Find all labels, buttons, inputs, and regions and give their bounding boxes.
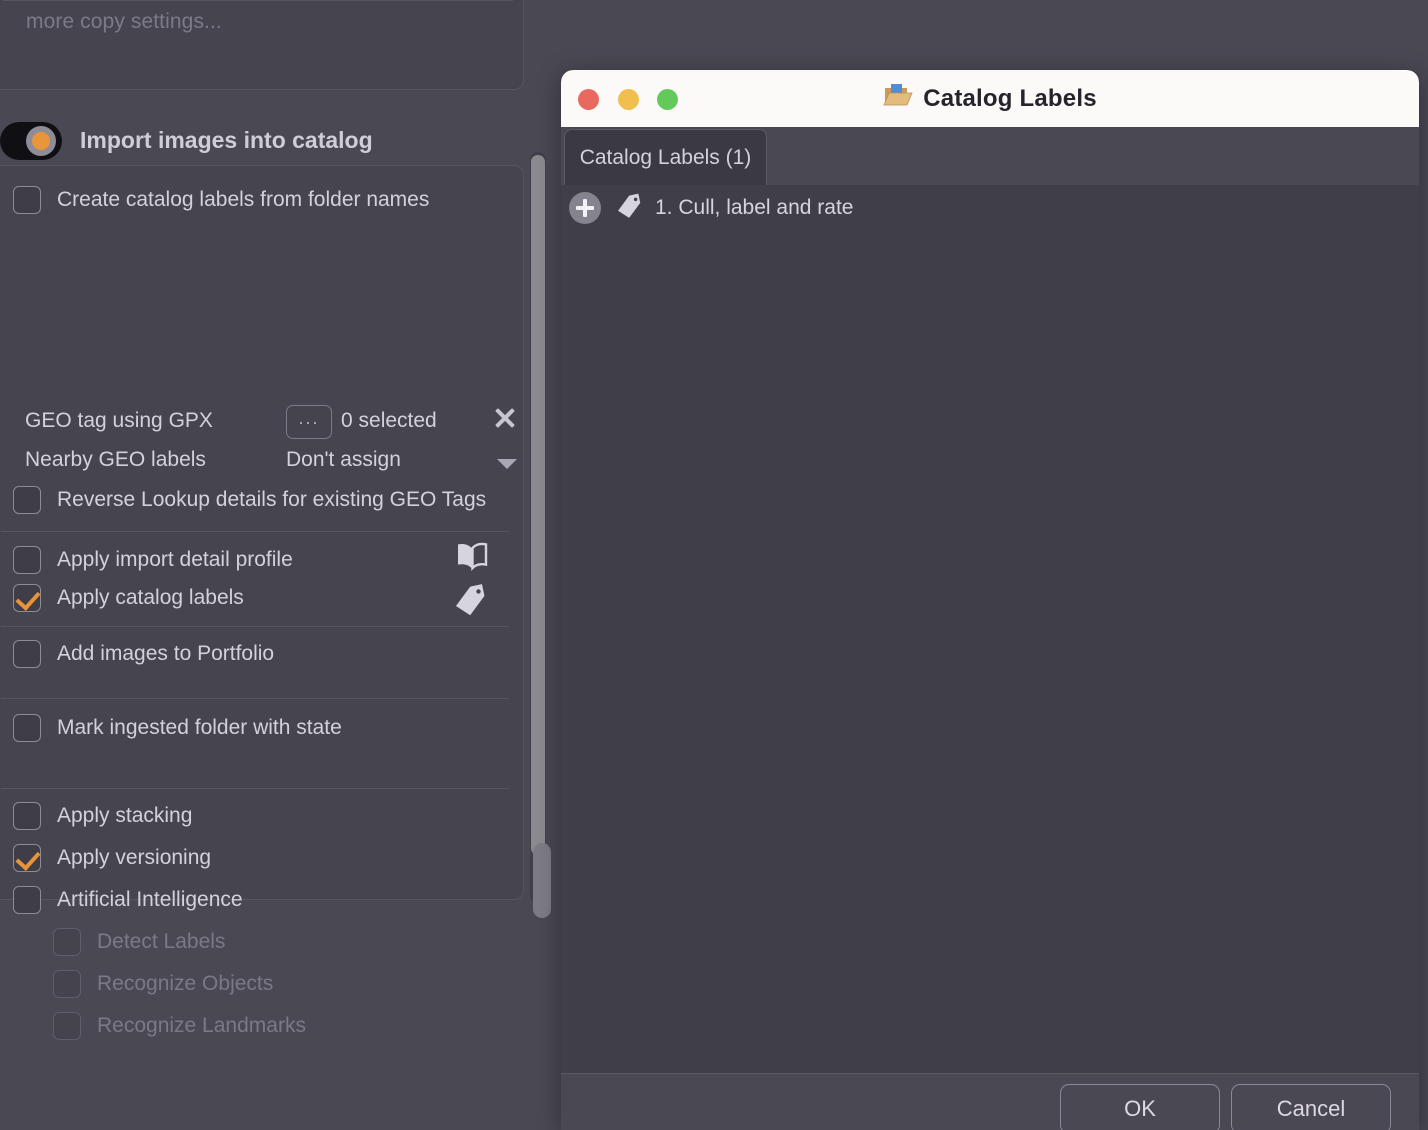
option-label: Detect Labels	[97, 930, 226, 953]
option-label: Apply stacking	[57, 804, 193, 827]
geo-gpx-selected-count: 0 selected	[341, 409, 437, 432]
checkbox-apply-import-detail-profile[interactable]	[13, 546, 41, 574]
list-item[interactable]: 1. Cull, label and rate	[561, 185, 1419, 231]
dialog-titlebar[interactable]: Catalog Labels	[561, 70, 1419, 128]
option-label: Add images to Portfolio	[57, 642, 275, 665]
checkbox-apply-stacking[interactable]	[13, 802, 41, 830]
option-label: Apply catalog labels	[57, 586, 244, 609]
option-label: Artificial Intelligence	[57, 888, 243, 911]
checkbox-create-catalog-labels[interactable]	[13, 186, 41, 214]
option-recognize-landmarks: Recognize Landmarks	[53, 1012, 589, 1040]
divider	[1, 531, 509, 532]
checkbox-artificial-intelligence[interactable]	[13, 886, 41, 914]
import-images-toggle[interactable]	[0, 122, 62, 160]
divider	[1, 698, 509, 699]
divider	[1, 788, 509, 789]
cancel-button[interactable]: Cancel	[1231, 1084, 1391, 1130]
checkbox-mark-ingested-folder[interactable]	[13, 714, 41, 742]
option-recognize-objects: Recognize Objects	[53, 970, 589, 998]
geo-gpx-browse-button[interactable]: ...	[286, 405, 332, 439]
panel-scrollbar-thumb[interactable]	[531, 155, 545, 855]
plus-circle-icon[interactable]	[569, 192, 601, 224]
option-apply-stacking[interactable]: Apply stacking	[13, 802, 549, 830]
import-images-toggle-label: Import images into catalog	[80, 127, 373, 153]
list-item-label: 1. Cull, label and rate	[655, 196, 854, 219]
checkbox-reverse-lookup[interactable]	[13, 486, 41, 514]
dialog-title-wrap: Catalog Labels	[561, 70, 1419, 127]
toggle-knob-icon	[26, 126, 56, 156]
checkbox-recognize-landmarks	[53, 1012, 81, 1040]
option-add-images-to-portfolio[interactable]: Add images to Portfolio	[13, 640, 549, 668]
ok-button[interactable]: OK	[1060, 1084, 1220, 1130]
option-label: Recognize Landmarks	[97, 1014, 306, 1037]
catalog-labels-dialog: Catalog Labels Catalog Labels (1) 1. Cul…	[561, 70, 1419, 1130]
option-artificial-intelligence[interactable]: Artificial Intelligence	[13, 886, 549, 914]
catalog-options-group: Create catalog labels from folder names …	[0, 165, 524, 1040]
option-label: Apply import detail profile	[57, 548, 293, 571]
option-label: Reverse Lookup details for existing GEO …	[57, 488, 487, 511]
option-reverse-lookup[interactable]: Reverse Lookup details for existing GEO …	[13, 486, 549, 514]
dialog-body: Catalog Labels (1) 1. Cull, label and ra…	[561, 127, 1419, 1073]
nearby-geo-labels-label: Nearby GEO labels	[25, 448, 206, 471]
chevron-down-icon[interactable]	[497, 459, 517, 469]
option-apply-versioning[interactable]: Apply versioning	[13, 844, 549, 872]
panel-scrollbar-thumb-secondary[interactable]	[533, 843, 551, 918]
catalog-labels-list: 1. Cull, label and rate	[561, 185, 1419, 1073]
divider	[1, 626, 509, 627]
import-images-into-catalog-row[interactable]: Import images into catalog	[0, 122, 545, 160]
checkbox-detect-labels	[53, 928, 81, 956]
open-book-icon[interactable]	[455, 541, 489, 576]
checkbox-recognize-objects	[53, 970, 81, 998]
checkbox-apply-catalog-labels[interactable]	[13, 584, 41, 612]
tag-icon[interactable]	[452, 584, 488, 621]
dialog-title: Catalog Labels	[923, 84, 1097, 112]
close-x-icon[interactable]	[493, 406, 517, 430]
option-label: Recognize Objects	[97, 972, 274, 995]
option-label: Create catalog labels from folder names	[57, 188, 430, 211]
more-copy-settings-link[interactable]: more copy settings...	[26, 10, 222, 34]
option-label: Apply versioning	[57, 846, 212, 869]
option-mark-ingested-folder[interactable]: Mark ingested folder with state	[13, 714, 549, 742]
nearby-geo-labels-select[interactable]: Don't assign	[286, 448, 401, 472]
checkbox-apply-versioning[interactable]	[13, 844, 41, 872]
option-label: Mark ingested folder with state	[57, 716, 342, 739]
checkbox-add-images-to-portfolio[interactable]	[13, 640, 41, 668]
tab-strip: Catalog Labels (1)	[561, 127, 1419, 185]
divider	[3, 0, 513, 1]
tag-icon	[615, 193, 643, 224]
tab-catalog-labels[interactable]: Catalog Labels (1)	[564, 129, 767, 185]
import-settings-panel: more copy settings... Import images into…	[0, 0, 551, 1040]
copy-settings-group: more copy settings...	[0, 0, 524, 90]
geo-gpx-label: GEO tag using GPX	[25, 409, 213, 432]
open-folder-icon	[883, 83, 913, 114]
dialog-footer: OK Cancel	[561, 1073, 1419, 1130]
option-create-catalog-labels[interactable]: Create catalog labels from folder names	[13, 186, 549, 214]
option-detect-labels: Detect Labels	[53, 928, 589, 956]
